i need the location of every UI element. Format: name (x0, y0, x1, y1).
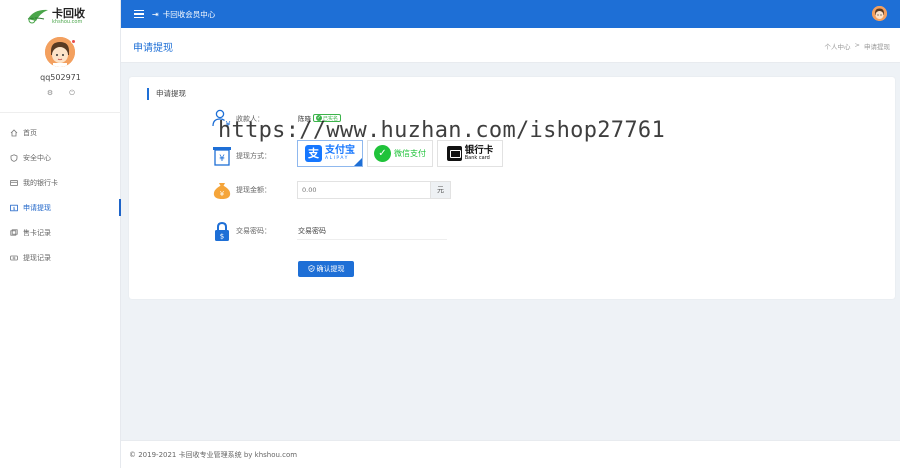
sidebar-item-security[interactable]: 安全中心 (0, 145, 121, 170)
record-icon (9, 228, 18, 237)
user-avatar[interactable] (45, 37, 76, 67)
password-label: 交易密码： (236, 227, 271, 235)
bank-card-option[interactable]: 银行卡 Bank card (437, 140, 503, 167)
sidebar-item-sales-records[interactable]: 售卡记录 (0, 220, 121, 245)
leaf-logo-icon (26, 7, 50, 25)
sidebar-item-label: 首页 (23, 128, 37, 137)
sidebar: 卡回收 khshou.com qq502971 ⚙ ⏻ 首页 安全中心 我的银行… (0, 0, 121, 468)
top-avatar[interactable] (872, 6, 887, 21)
top-bar: ⇥ 卡回收会员中心 (121, 0, 900, 28)
sidebar-item-label: 申请提现 (23, 203, 51, 212)
svg-text:¥: ¥ (220, 190, 225, 198)
hamburger-menu-icon[interactable] (134, 10, 144, 18)
svg-text:$: $ (12, 206, 15, 212)
watermark-text: https://www.huzhan.com/ishop27761 (218, 118, 665, 143)
sidebar-item-home[interactable]: 首页 (0, 120, 121, 145)
lock-icon: $ (211, 220, 233, 242)
section-title: 申请提现 (147, 88, 186, 100)
password-row: $ 交易密码： (211, 220, 298, 242)
home-icon (9, 128, 18, 137)
money-bag-icon: ¥ (211, 179, 233, 201)
withdraw-card: 申请提现 ¥ 收款人： 陈晓 ✓ 已实名 ¥ 提现方式： 支 支付宝 ALIPA… (129, 77, 895, 299)
breadcrumb-link-home[interactable]: 个人中心 (825, 41, 851, 51)
amount-unit: 元 (430, 182, 450, 198)
brand-logo[interactable]: 卡回收 khshou.com (26, 4, 106, 28)
money-record-icon (9, 253, 18, 262)
page-title: 申请提现 (133, 43, 173, 54)
shield-icon (9, 153, 18, 162)
footer-copyright: © 2019-2021 卡回收专业管理系统 by khshou.com (129, 451, 298, 459)
method-row: ¥ 提现方式： (211, 145, 298, 167)
sidebar-item-label: 售卡记录 (23, 228, 51, 237)
alipay-icon: 支 (305, 145, 322, 162)
amount-field: 元 (297, 181, 451, 199)
withdraw-icon: $ (9, 203, 18, 212)
breadcrumb: 个人中心 > 申请提现 (825, 41, 890, 51)
top-bar-title: ⇥ 卡回收会员中心 (152, 9, 216, 19)
sidebar-item-withdraw[interactable]: $ 申请提现 (0, 195, 121, 220)
sidebar-nav: 首页 安全中心 我的银行卡 $ 申请提现 售卡记录 提现记录 (0, 120, 121, 270)
username: qq502971 (40, 73, 81, 82)
shield-check-icon (308, 264, 315, 274)
amount-label: 提现金额： (236, 186, 271, 194)
svg-text:¥: ¥ (219, 154, 225, 164)
wechat-pay-option[interactable]: ✓ 微信支付 (367, 140, 433, 167)
amount-input[interactable] (298, 182, 430, 198)
bank-card-icon (446, 146, 462, 161)
card-icon (9, 178, 18, 187)
sidebar-item-bank-cards[interactable]: 我的银行卡 (0, 170, 121, 195)
sidebar-item-withdraw-records[interactable]: 提现记录 (0, 245, 121, 270)
alipay-option[interactable]: 支 支付宝 ALIPAY (297, 140, 363, 167)
power-icon[interactable]: ⏻ (68, 89, 76, 97)
brand-domain: khshou.com (52, 18, 83, 25)
footer: © 2019-2021 卡回收专业管理系统 by khshou.com (121, 440, 900, 468)
gear-icon[interactable]: ⚙ (46, 89, 54, 97)
page-header: 申请提现 个人中心 > 申请提现 (121, 28, 900, 63)
method-label: 提现方式： (236, 152, 271, 160)
svg-text:$: $ (220, 233, 224, 241)
notification-dot (71, 39, 76, 44)
atm-icon: ¥ (211, 145, 233, 167)
sidebar-item-label: 安全中心 (23, 153, 51, 162)
arrow-right-icon: ⇥ (152, 9, 159, 19)
confirm-withdraw-button[interactable]: 确认提现 (298, 261, 354, 277)
wechat-check-icon: ✓ (374, 145, 391, 162)
password-input[interactable] (297, 222, 447, 240)
payment-method-group: 支 支付宝 ALIPAY ✓ 微信支付 银行卡 Bank card (297, 140, 503, 167)
sidebar-divider (0, 112, 121, 113)
sidebar-item-label: 提现记录 (23, 253, 51, 262)
breadcrumb-separator: > (854, 41, 860, 49)
brand-name: 卡回收 (52, 6, 85, 20)
amount-row: ¥ 提现金额： (211, 179, 298, 201)
breadcrumb-current: 申请提现 (864, 43, 890, 51)
sidebar-item-label: 我的银行卡 (23, 178, 58, 187)
